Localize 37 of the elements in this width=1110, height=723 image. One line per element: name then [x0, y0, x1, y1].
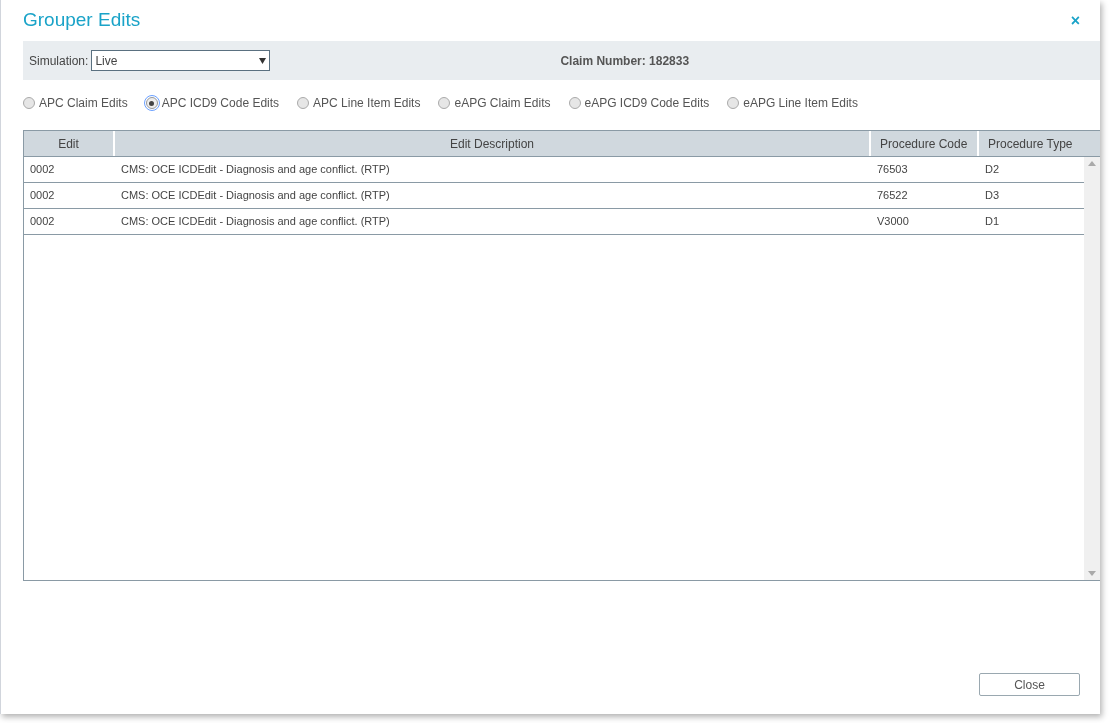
table-cell-text: D2 [984, 162, 1001, 178]
option-label[interactable]: eAPG Claim Edits [454, 94, 551, 112]
claim-number: Claim Number: 182833 [560, 52, 690, 70]
table-cell-text: D3 [984, 188, 1001, 204]
table-cell-text: 0002 [29, 188, 56, 204]
scroll-down-icon[interactable] [1088, 571, 1096, 576]
simulation-label: Simulation: [29, 52, 89, 70]
table-cell-text: CMS: OCE ICDEdit - Diagnosis and age conflict. (RTP) [120, 188, 391, 204]
column-header[interactable]: Edit Description [115, 131, 871, 156]
table-cell-text: CMS: OCE ICDEdit - Diagnosis and age conflict. (RTP) [120, 162, 391, 178]
radio-button[interactable] [438, 97, 451, 109]
option-label[interactable]: APC Claim Edits [39, 94, 128, 112]
table-cell-text: 0002 [29, 162, 56, 178]
table-cell-text: CMS: OCE ICDEdit - Diagnosis and age conflict. (RTP) [120, 214, 391, 230]
dropdown-caret-icon [259, 57, 267, 64]
column-header[interactable]: Procedure Type [979, 131, 1100, 156]
radio-button[interactable] [23, 97, 35, 109]
option-label[interactable]: APC ICD9 Code Edits [161, 94, 280, 112]
dialog-title: Grouper Edits [23, 8, 141, 33]
close-button[interactable]: Close [979, 673, 1080, 696]
table-cell-text: D1 [984, 214, 1001, 230]
option-label[interactable]: eAPG Line Item Edits [743, 94, 858, 112]
table-cell-text: 76503 [876, 162, 909, 178]
option-label[interactable]: APC Line Item Edits [313, 94, 421, 112]
radio-button[interactable] [727, 97, 740, 109]
scrollbar[interactable] [1084, 157, 1100, 580]
radio-button[interactable] [145, 97, 158, 109]
table-cell-text: 76522 [876, 188, 909, 204]
simulation-dropdown[interactable]: Live [91, 50, 271, 71]
radio-button[interactable] [568, 97, 581, 109]
table-cell-text: V3000 [876, 214, 910, 230]
radio-button[interactable] [297, 97, 310, 109]
table-cell-text: 0002 [29, 214, 56, 230]
option-label[interactable]: eAPG ICD9 Code Edits [584, 94, 710, 112]
column-header[interactable]: Edit [24, 131, 115, 156]
column-header[interactable]: Procedure Code [871, 131, 979, 156]
scroll-up-icon[interactable] [1088, 161, 1096, 166]
